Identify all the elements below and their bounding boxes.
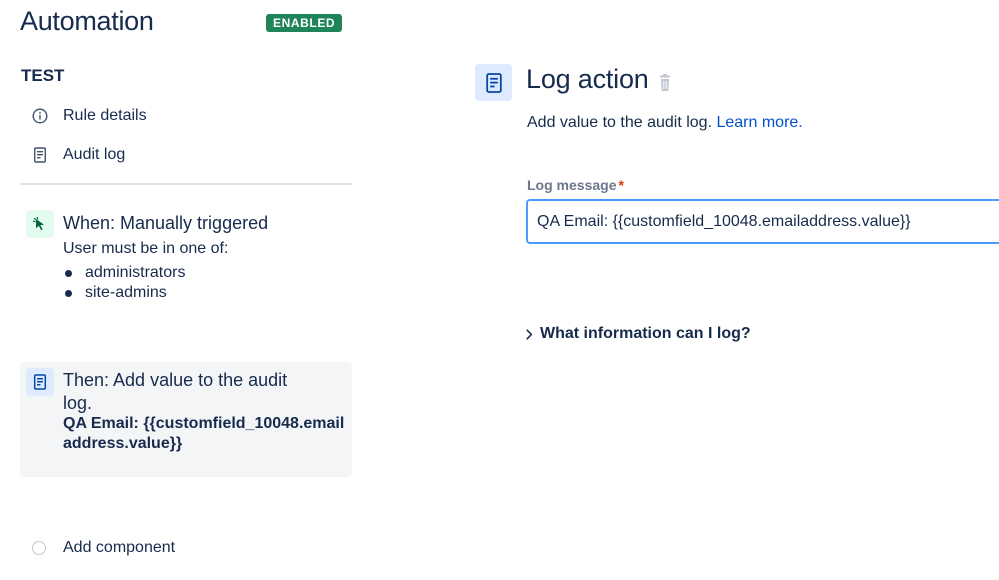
circle-icon	[32, 541, 46, 555]
group-list: administrators site-admins	[63, 263, 185, 303]
sidebar-item-label: Audit log	[63, 146, 126, 163]
log-info-expander[interactable]: What information can I log?	[526, 325, 751, 343]
list-item: administrators	[63, 263, 185, 283]
trigger-subtitle: User must be in one of:	[63, 240, 229, 257]
trash-icon[interactable]	[657, 74, 673, 92]
add-component-button[interactable]: Add component	[32, 538, 175, 558]
page-title: Automation	[20, 6, 154, 36]
document-icon	[26, 368, 54, 396]
document-icon	[475, 64, 512, 101]
trigger-title[interactable]: When: Manually triggered	[63, 213, 268, 234]
learn-more-link[interactable]: Learn more.	[716, 114, 802, 131]
action-title: Then: Add value to the audit log.	[63, 370, 288, 413]
sidebar-item-rule-details[interactable]: Rule details	[30, 104, 147, 128]
sidebar-item-audit-log[interactable]: Audit log	[30, 143, 125, 167]
log-message-label: Log message *	[527, 177, 624, 193]
divider	[20, 183, 352, 185]
add-component-label: Add component	[63, 539, 176, 556]
sidebar-item-label: Rule details	[63, 107, 147, 124]
expander-label: What information can I log?	[540, 325, 751, 342]
info-icon	[30, 106, 50, 126]
panel-description: Add value to the audit log. Learn more.	[527, 114, 803, 131]
cursor-click-icon	[26, 210, 54, 238]
action-detail: QA Email: {{customfield_10048.emailaddre…	[63, 415, 345, 452]
required-marker: *	[618, 177, 624, 193]
panel-title: Log action	[526, 64, 649, 94]
log-message-input[interactable]	[526, 199, 999, 244]
list-item: site-admins	[63, 283, 185, 303]
status-badge: ENABLED	[266, 14, 343, 32]
rule-name: TEST	[21, 66, 65, 85]
document-icon	[30, 145, 50, 165]
chevron-right-icon	[526, 328, 534, 340]
